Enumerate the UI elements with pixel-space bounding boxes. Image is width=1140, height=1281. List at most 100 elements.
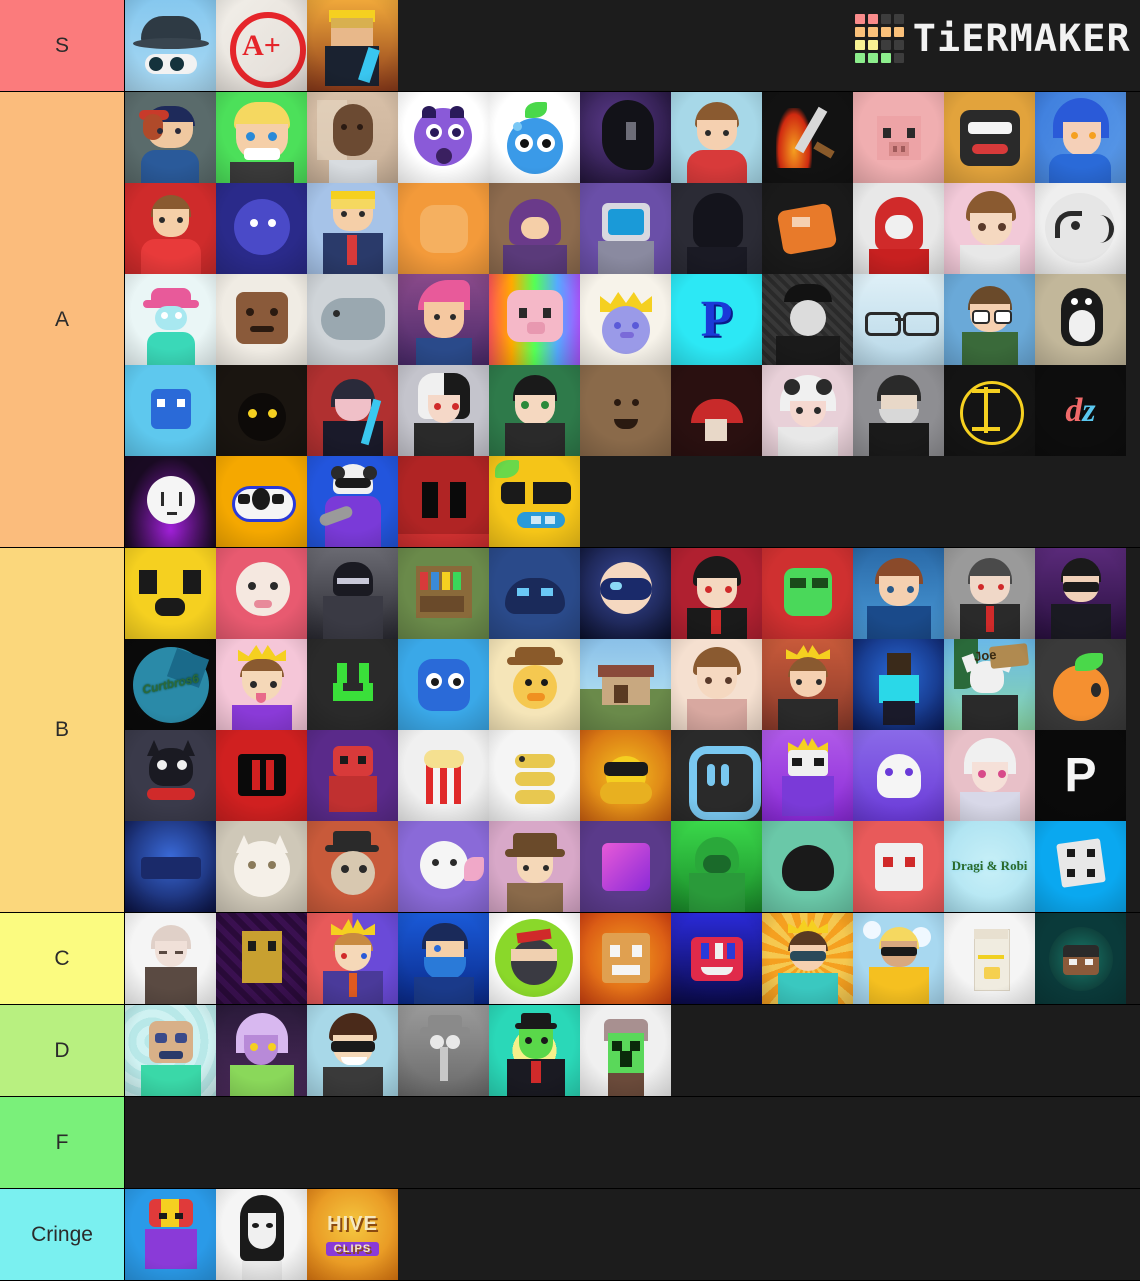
tier-item-blond-yellow-hoodie[interactable] — [853, 913, 944, 1004]
tier-item-dragi-robi-text[interactable]: Dragi & Robi — [944, 821, 1035, 912]
tier-item-minecraft-pig-face[interactable] — [853, 92, 944, 183]
tier-item-crown-boy-dark-jacket[interactable] — [762, 639, 853, 730]
tier-item-pink-cube-pixel[interactable] — [580, 821, 671, 912]
tier-item-bee-sunglasses[interactable] — [580, 730, 671, 821]
tier-item-masked-blue-hero[interactable] — [398, 913, 489, 1004]
tier-item-pixel-golem-purple[interactable] — [216, 913, 307, 1004]
tier-item-blue-slime-big-eyes[interactable] — [398, 639, 489, 730]
tier-item-white-ghost-purple[interactable] — [853, 730, 944, 821]
tier-item-dark-cat-eyes[interactable] — [216, 365, 307, 456]
tier-item-letter-p-logo[interactable]: P — [671, 274, 762, 365]
tier-item-red-hoodie-boy[interactable] — [125, 183, 216, 274]
tier-item-creeper-hair-skin[interactable] — [580, 1005, 671, 1096]
tier-item-blue-slime-pixel[interactable] — [125, 365, 216, 456]
tier-item-pixel-popcorn[interactable] — [398, 730, 489, 821]
tier-item-neon-circle-emblem[interactable] — [944, 365, 1035, 456]
tier-item-purple-shocked-ball[interactable] — [398, 92, 489, 183]
tier-item-blond-anime-grin[interactable] — [216, 92, 307, 183]
tier-item-piggy-roblox-rainbow[interactable] — [489, 274, 580, 365]
tier-item-crowned-boy-pink[interactable] — [216, 639, 307, 730]
tier-item-white-red-pixel-face[interactable] — [853, 821, 944, 912]
tier-item-pixel-fighter-orange[interactable] — [762, 183, 853, 274]
tier-item-tiger-minecraft-head[interactable] — [580, 913, 671, 1004]
tier-item-blueberry-character[interactable] — [489, 92, 580, 183]
tier-item-purple-hair-anime-girl[interactable] — [216, 1005, 307, 1096]
tier-item-fox-mask-joe-sign[interactable]: Joe — [944, 639, 1035, 730]
tier-items-a[interactable]: Pdz — [125, 92, 1140, 547]
tier-item-hive-clips-logo[interactable]: HIVE CLIPS — [307, 1189, 398, 1280]
tier-item-gray-suit-red-eyes[interactable] — [944, 548, 1035, 639]
tier-item-tv-head-robot[interactable] — [580, 183, 671, 274]
tier-item-duck-hat-cartoon[interactable] — [489, 639, 580, 730]
tier-item-anime-brown-hair[interactable] — [944, 183, 1035, 274]
tier-item-minecraft-king-sword[interactable] — [307, 0, 398, 91]
tier-item-boy-backpack-glasses[interactable] — [944, 274, 1035, 365]
tier-item-burlap-mask-teal[interactable] — [125, 1005, 216, 1096]
tier-item-blank-face-cap[interactable] — [762, 274, 853, 365]
tier-item-white-doodle-face[interactable] — [1035, 183, 1126, 274]
b[interactable]: B — [0, 548, 125, 912]
tier-item-red-hood-mask[interactable] — [853, 183, 944, 274]
tier-items-cringe[interactable]: HIVE CLIPS — [125, 1189, 1140, 1280]
c[interactable]: C — [0, 913, 125, 1004]
tier-item-orange-fruit-face[interactable] — [1035, 639, 1126, 730]
tier-item-white-black-hair-anime[interactable] — [398, 365, 489, 456]
tier-item-a-plus-grade[interactable]: A+ — [216, 0, 307, 91]
tier-item-anime-boy-blue-jacket[interactable] — [853, 548, 944, 639]
tier-item-boy-red-cap-hoodie[interactable] — [125, 92, 216, 183]
tier-item-dark-silhouette-hair[interactable] — [671, 183, 762, 274]
tier-item-blue-hair-anime[interactable] — [1035, 92, 1126, 183]
tier-item-brown-hair-sunglasses[interactable] — [307, 1005, 398, 1096]
tier-item-yellow-koala-face[interactable] — [125, 548, 216, 639]
tier-item-ninja-blue-sword[interactable] — [307, 365, 398, 456]
tier-item-sloth-top-hat[interactable] — [307, 821, 398, 912]
tier-item-white-dragon-pink[interactable] — [398, 821, 489, 912]
tier-item-hooded-traveler[interactable] — [489, 183, 580, 274]
f[interactable]: F — [0, 1097, 125, 1188]
tier-item-king-crown-suit[interactable] — [307, 183, 398, 274]
tier-item-red-yellow-character[interactable] — [125, 1189, 216, 1280]
tier-item-rounded-square-icon[interactable] — [671, 730, 762, 821]
tier-item-anime-black-hair-red[interactable] — [671, 548, 762, 639]
tier-item-brown-hair-red-shirt[interactable] — [671, 92, 762, 183]
tier-item-green-face-gg[interactable] — [762, 548, 853, 639]
tier-item-penguin-sketch[interactable] — [1035, 274, 1126, 365]
tier-item-lemon-sunglasses[interactable] — [489, 456, 580, 547]
tier-item-red-blue-face-icon[interactable] — [671, 913, 762, 1004]
tier-item-rome-plays-banner[interactable] — [125, 821, 216, 912]
tier-item-glasses-only[interactable] — [853, 274, 944, 365]
tier-item-bucket-hat-sunglasses[interactable] — [125, 0, 216, 91]
tier-item-dz-logo[interactable]: dz — [1035, 365, 1126, 456]
tier-item-blue-blob-face[interactable] — [216, 183, 307, 274]
cringe[interactable]: Cringe — [0, 1189, 125, 1280]
tier-item-dark-suit-shades[interactable] — [1035, 548, 1126, 639]
tier-item-red-pixel-character[interactable] — [307, 730, 398, 821]
s[interactable]: S — [0, 0, 125, 91]
tier-item-red-black-logo[interactable] — [216, 730, 307, 821]
tier-item-green-hoodie-figure[interactable] — [671, 821, 762, 912]
tier-items-d[interactable] — [125, 1005, 1140, 1096]
tier-item-green-alien-suit[interactable] — [489, 1005, 580, 1096]
tier-item-brown-smiley[interactable] — [580, 365, 671, 456]
tier-items-f[interactable] — [125, 1097, 1140, 1188]
tier-item-curtbros6-logo[interactable]: Curtbros6 — [125, 639, 216, 730]
tier-item-brown-sack-head[interactable] — [216, 274, 307, 365]
tier-item-lightning-minecraft-skin[interactable] — [853, 639, 944, 730]
tier-item-letter-p-white[interactable]: P — [1035, 730, 1126, 821]
tier-item-panda-hoodie-girl[interactable] — [762, 365, 853, 456]
tier-item-strawberry-piggy[interactable] — [216, 548, 307, 639]
tier-item-gray-armored-figure[interactable] — [307, 548, 398, 639]
tier-item-blue-outline-blob[interactable] — [216, 456, 307, 547]
tier-item-crown-shades-anime[interactable] — [762, 913, 853, 1004]
tier-item-red-mushroom-dark[interactable] — [671, 365, 762, 456]
tier-item-vegeta-pink-hair[interactable] — [398, 274, 489, 365]
tier-item-masked-hoodie-gray[interactable] — [853, 365, 944, 456]
tier-item-orange-square-blob[interactable] — [398, 183, 489, 274]
tier-item-anime-girl-manga-bw[interactable] — [216, 1189, 307, 1280]
tier-item-white-face-purple-fire[interactable] — [125, 456, 216, 547]
tier-item-pink-hat-runner[interactable] — [125, 274, 216, 365]
tier-items-b[interactable]: Curtbros6 Joe P Dragi & Robi — [125, 548, 1140, 912]
tier-item-crown-purple-skin[interactable] — [762, 730, 853, 821]
tier-item-photo-person-selfie[interactable] — [307, 92, 398, 183]
tier-item-brown-hair-anime-boy[interactable] — [671, 639, 762, 730]
